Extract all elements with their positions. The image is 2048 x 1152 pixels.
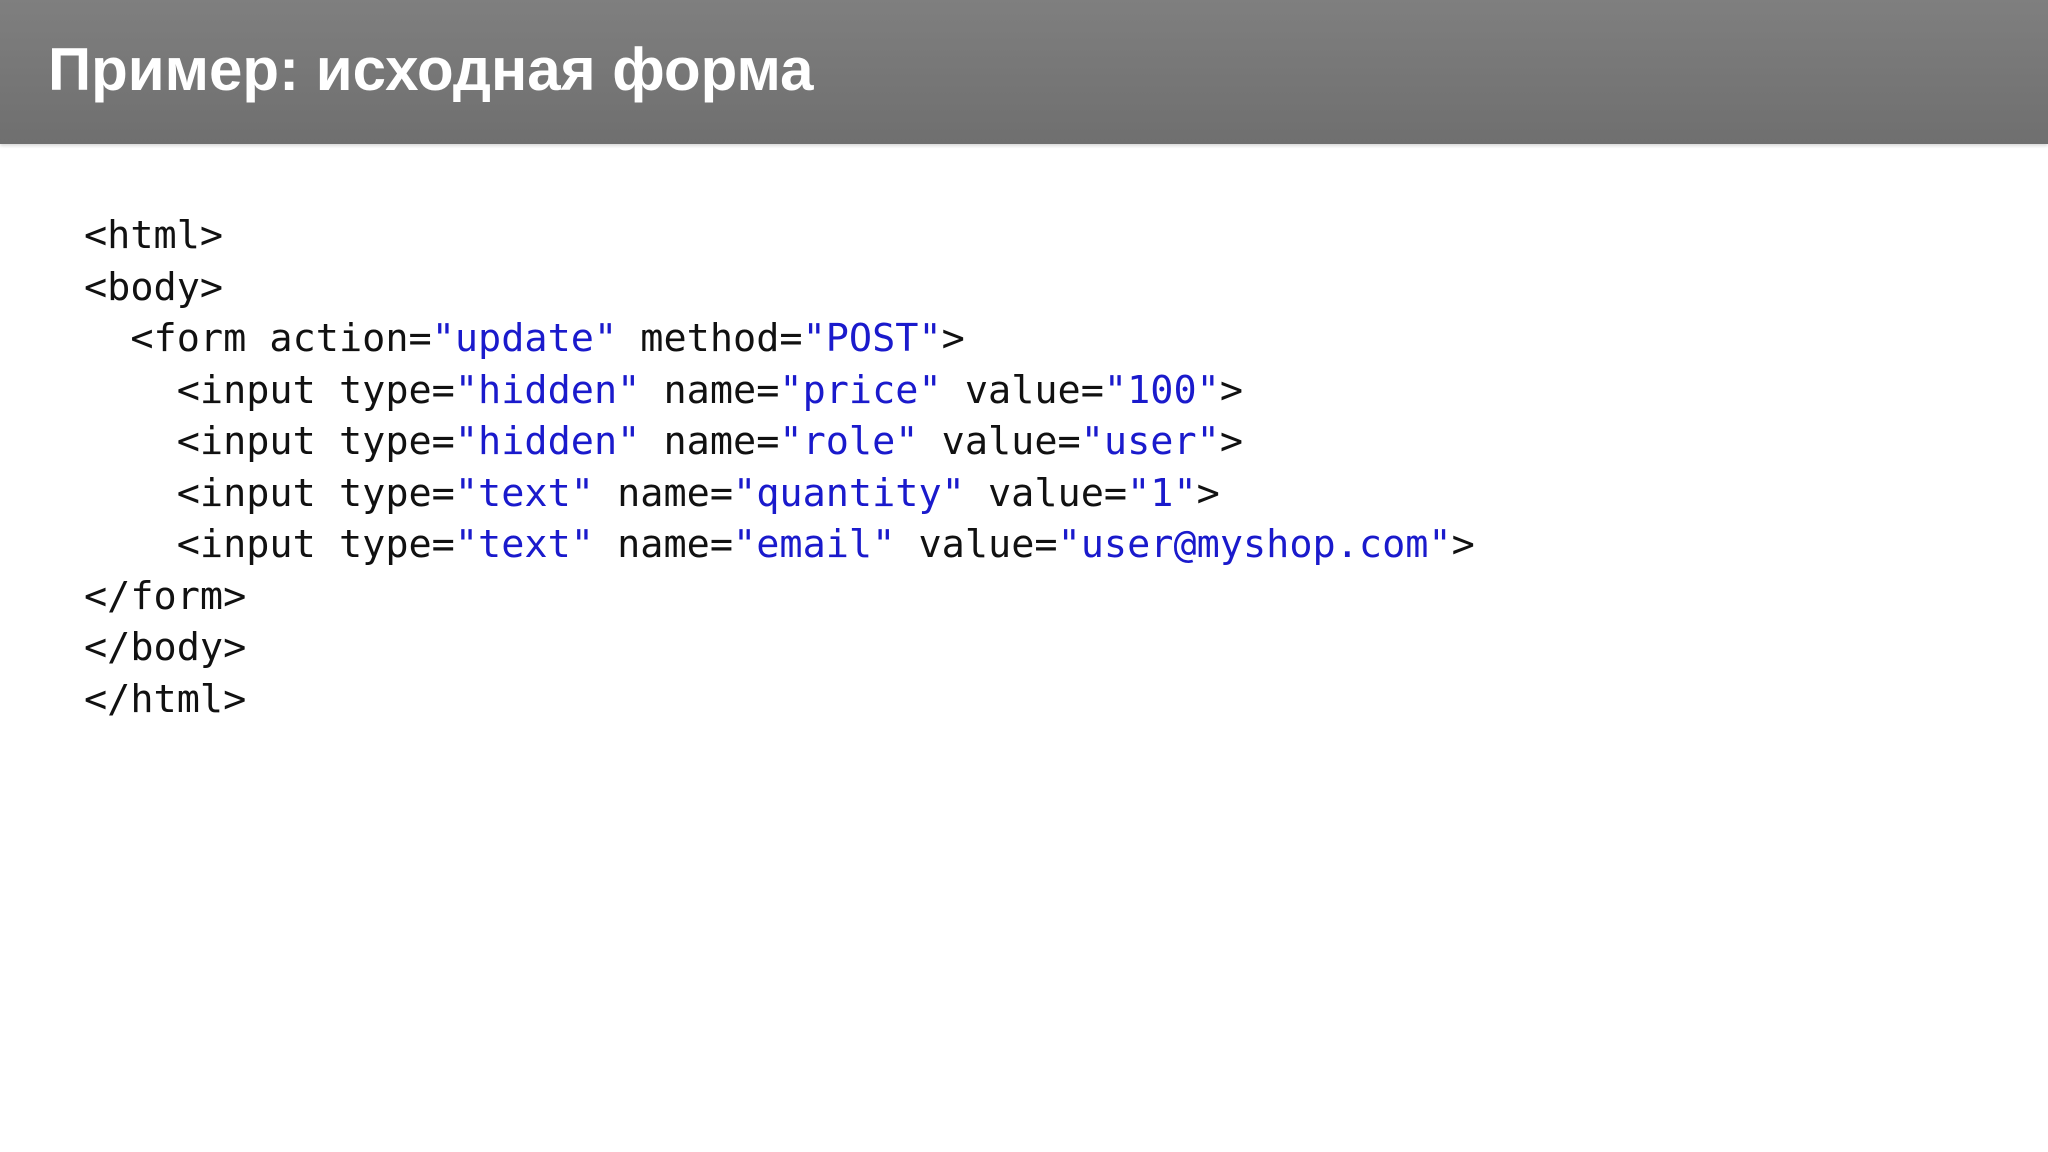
- code-string-literal: "update": [431, 316, 618, 361]
- code-token: name=: [593, 470, 734, 516]
- code-line: <form action="update" method="POST">: [84, 313, 1475, 365]
- code-token: >: [1219, 419, 1243, 464]
- code-string-literal: "user": [1080, 419, 1220, 464]
- code-line: </body>: [84, 622, 1475, 674]
- slide-title: Пример: исходная форма: [48, 36, 814, 103]
- code-line: <html>: [84, 210, 1475, 262]
- code-string-literal: "price": [779, 367, 942, 413]
- code-string-literal: "POST": [802, 316, 942, 361]
- code-token: value=: [941, 367, 1104, 413]
- code-token: <input type=: [176, 470, 455, 516]
- code-string-literal: "text": [454, 470, 594, 516]
- code-token: value=: [895, 522, 1058, 567]
- code-line: <input type="hidden" name="price" value=…: [84, 365, 1475, 417]
- code-line: <input type="text" name="quantity" value…: [84, 468, 1475, 520]
- code-token: value=: [918, 419, 1081, 464]
- code-block: <html> <body> <form action="update" metho…: [84, 210, 1475, 725]
- code-token: </form>: [84, 573, 247, 619]
- code-token: >: [1196, 470, 1220, 516]
- code-line: <input type="text" name="email" value="u…: [84, 519, 1475, 571]
- title-bar: Пример: исходная форма: [0, 0, 2048, 144]
- code-line: </html>: [84, 674, 1475, 726]
- code-string-literal: "user@myshop.com": [1057, 522, 1452, 567]
- code-string-literal: "hidden": [454, 367, 641, 413]
- code-token: name=: [593, 522, 734, 567]
- slide: Пример: исходная форма <html> <body> <for…: [0, 0, 2048, 1152]
- code-token: <input type=: [176, 419, 455, 464]
- code-token: >: [1451, 522, 1475, 567]
- code-token: <body>: [84, 264, 224, 310]
- code-token: method=: [617, 316, 803, 361]
- code-line: </form>: [84, 571, 1475, 623]
- code-string-literal: "text": [454, 522, 594, 567]
- code-token: >: [1219, 367, 1244, 413]
- code-string-literal: "role": [779, 419, 919, 464]
- code-string-literal: "quantity": [733, 470, 965, 516]
- code-line: <body>: [84, 262, 1475, 314]
- code-token: </html>: [84, 676, 247, 722]
- code-token: >: [941, 316, 965, 361]
- code-string-literal: "1": [1127, 470, 1197, 516]
- code-token: <html>: [84, 213, 224, 258]
- code-token: <input type=: [176, 367, 455, 413]
- code-string-literal: "100": [1103, 367, 1220, 413]
- code-string-literal: "hidden": [454, 419, 641, 464]
- code-line: <input type="hidden" name="role" value="…: [84, 416, 1475, 468]
- code-token: value=: [964, 470, 1128, 516]
- code-token: </body>: [84, 625, 247, 670]
- code-token: <input type=: [176, 522, 455, 567]
- code-string-literal: "email": [733, 522, 896, 567]
- code-token: name=: [640, 419, 780, 464]
- code-token: name=: [640, 367, 780, 413]
- code-token: <form action=: [130, 316, 432, 361]
